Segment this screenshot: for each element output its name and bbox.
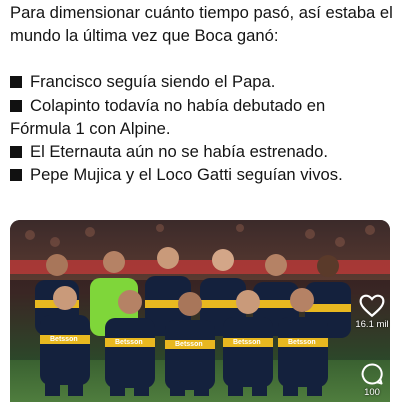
heart-icon[interactable] bbox=[359, 294, 385, 318]
comment-action[interactable]: 100 bbox=[360, 362, 384, 398]
bullet-text: Francisco seguía siendo el Papa. bbox=[30, 72, 276, 92]
team-photo[interactable]: Betsson Betsson Betsson Betsson Betsson bbox=[10, 220, 390, 402]
team-photo-illustration: Betsson Betsson Betsson Betsson Betsson bbox=[10, 220, 390, 402]
bullet-item: Pepe Mujica y el Loco Gatti seguían vivo… bbox=[10, 163, 394, 186]
comment-count: 100 bbox=[364, 387, 380, 398]
jersey-sponsor-text: Betsson bbox=[115, 339, 143, 346]
media-actions: 16.1 mil 100 bbox=[350, 294, 394, 398]
black-square-icon bbox=[10, 169, 22, 182]
black-square-icon bbox=[10, 146, 22, 159]
jersey-sponsor-text: Betsson bbox=[175, 341, 203, 348]
bullet-item: Francisco seguía siendo el Papa. bbox=[10, 70, 394, 93]
jersey-sponsor-text: Betsson bbox=[50, 336, 78, 343]
jersey-sponsor-text: Betsson bbox=[288, 339, 316, 346]
post-intro: Para dimensionar cuánto tiempo pasó, así… bbox=[10, 3, 393, 46]
black-square-icon bbox=[10, 76, 22, 89]
black-square-icon bbox=[10, 99, 22, 112]
post-text: Para dimensionar cuánto tiempo pasó, así… bbox=[10, 0, 394, 186]
bullet-continuation: Fórmula 1 con Alpine. bbox=[10, 117, 394, 140]
jersey-sponsor-text: Betsson bbox=[233, 339, 261, 346]
bullet-text: Colapinto todavía no había debutado en bbox=[30, 95, 326, 115]
bullet-item: Colapinto todavía no había debutado en bbox=[10, 94, 394, 117]
bullet-text: Fórmula 1 con Alpine. bbox=[10, 118, 171, 138]
comment-icon[interactable] bbox=[360, 362, 384, 386]
bullet-list: Francisco seguía siendo el Papa. Colapin… bbox=[10, 70, 394, 186]
bullet-item: El Eternauta aún no se había estrenado. bbox=[10, 140, 394, 163]
bullet-text: Pepe Mujica y el Loco Gatti seguían vivo… bbox=[30, 165, 343, 185]
like-count: 16.1 mil bbox=[355, 319, 389, 330]
bullet-text: El Eternauta aún no se había estrenado. bbox=[30, 142, 328, 162]
